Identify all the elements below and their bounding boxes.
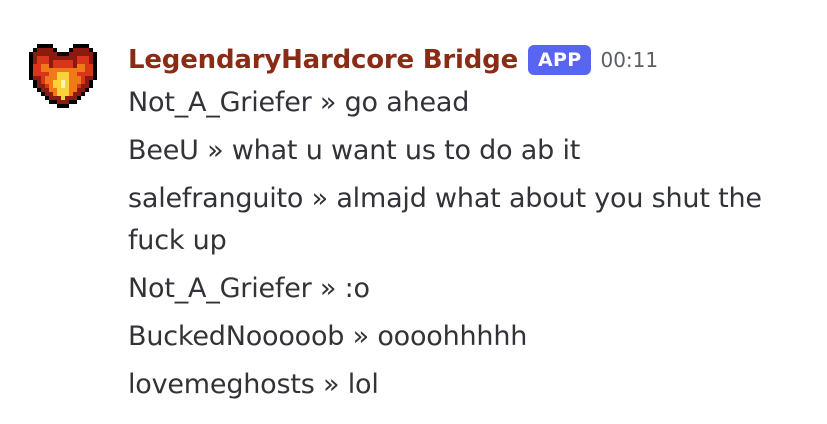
message-header: LegendaryHardcore Bridge APP 00:11 (128, 38, 808, 82)
message-line: salefranguito » almajd what about you sh… (128, 183, 762, 256)
message-timestamp[interactable]: 00:11 (600, 48, 658, 72)
message-line: BuckedNooooob » oooohhhhh (128, 321, 528, 352)
message-line: lovemeghosts » lol (128, 369, 379, 400)
app-badge: APP (528, 45, 592, 75)
chat-message: LegendaryHardcore Bridge APP 00:11 Not_A… (0, 0, 827, 424)
message-body: Not_A_Griefer » go ahead BeeU » what u w… (128, 82, 808, 406)
pixel-heart-fire-icon[interactable] (25, 40, 101, 112)
message-content: LegendaryHardcore Bridge APP 00:11 Not_A… (128, 38, 808, 412)
message-line: Not_A_Griefer » :o (128, 273, 370, 304)
message-line: BeeU » what u want us to do ab it (128, 135, 581, 166)
author-username[interactable]: LegendaryHardcore Bridge (128, 45, 518, 75)
message-line: Not_A_Griefer » go ahead (128, 87, 470, 118)
